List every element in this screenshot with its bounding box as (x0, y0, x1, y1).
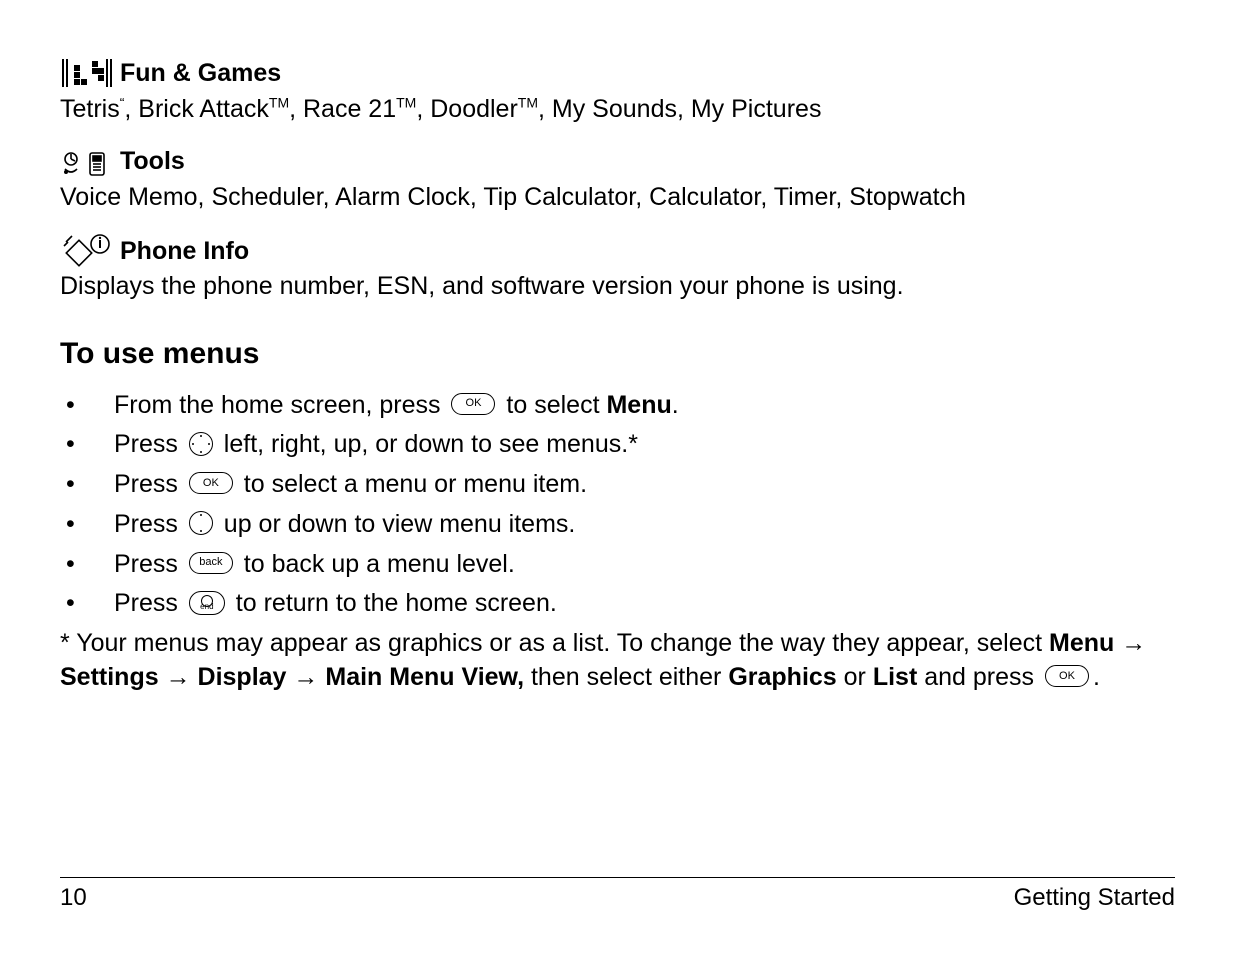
bold-term: Menu (606, 391, 671, 419)
menu-path-item: Menu (1049, 629, 1114, 657)
section-title: Tools (120, 145, 185, 179)
section-phone-info: Phone Info Displays the phone number, ES… (60, 232, 1175, 304)
item-text: , Race 21 (289, 95, 396, 123)
item-text: Tetris (60, 95, 120, 123)
page-footer: 10 Getting Started (60, 877, 1175, 914)
trademark: TM (518, 95, 538, 111)
instruction-item: •From the home screen, press OK to selec… (60, 389, 1175, 423)
arrow-icon: → (286, 663, 325, 691)
bullet-dot: • (60, 428, 114, 462)
menu-path-item: Settings (60, 663, 159, 691)
note-text: or (837, 663, 873, 691)
nav-button-icon (189, 432, 213, 456)
instruction-text: Press back to back up a menu level. (114, 548, 1175, 582)
note-text: * Your menus may appear as graphics or a… (60, 629, 1049, 657)
section-header: Fun & Games (60, 55, 1175, 91)
item-text: , Brick Attack (124, 95, 268, 123)
instruction-item: •Press to return to the home screen. (60, 587, 1175, 621)
bullet-dot: • (60, 508, 114, 542)
note-text: . (1093, 663, 1100, 691)
menu-path-item: Display (198, 663, 287, 691)
ok-button-icon: OK (1045, 665, 1089, 687)
option: Graphics (728, 663, 836, 691)
nav-button-icon (189, 511, 213, 535)
instruction-text: Press left, right, up, or down to see me… (114, 428, 1175, 462)
instruction-text: Press up or down to view menu items. (114, 508, 1175, 542)
section-tools: Tools Voice Memo, Scheduler, Alarm Clock… (60, 145, 1175, 215)
instruction-list: •From the home screen, press OK to selec… (60, 389, 1175, 622)
section-body: Tetris“, Brick AttackTM, Race 21TM, Dood… (60, 93, 1175, 127)
section-body: Voice Memo, Scheduler, Alarm Clock, Tip … (60, 181, 1175, 215)
section-fun-games: Fun & Games Tetris“, Brick AttackTM, Rac… (60, 55, 1175, 127)
section-title: Phone Info (120, 235, 249, 269)
section-body: Displays the phone number, ESN, and soft… (60, 270, 1175, 304)
chapter-title: Getting Started (1014, 882, 1175, 914)
bullet-dot: • (60, 468, 114, 502)
menu-path-item: Main Menu View, (325, 663, 524, 691)
end-button-icon (189, 591, 225, 615)
trademark: TM (396, 95, 416, 111)
arrow-icon: → (159, 663, 198, 691)
note-text: then select either (524, 663, 728, 691)
instruction-text: From the home screen, press OK to select… (114, 389, 1175, 423)
footer-rule (60, 877, 1175, 878)
tools-icon (60, 149, 120, 179)
ok-button-icon: OK (451, 393, 495, 415)
phone-info-icon (60, 232, 120, 268)
option: List (873, 663, 917, 691)
arrow-icon: → (1114, 629, 1146, 657)
section-header: Phone Info (60, 232, 1175, 268)
instruction-item: •Press OK to select a menu or menu item. (60, 468, 1175, 502)
note-text: and press (917, 663, 1041, 691)
instruction-text: Press to return to the home screen. (114, 587, 1175, 621)
item-text: , Doodler (416, 95, 517, 123)
footnote: * Your menus may appear as graphics or a… (60, 627, 1175, 695)
manual-page: Fun & Games Tetris“, Brick AttackTM, Rac… (0, 0, 1235, 954)
trademark: TM (269, 95, 289, 111)
bullet-dot: • (60, 548, 114, 582)
subsection-heading: To use menus (60, 334, 1175, 375)
page-number: 10 (60, 882, 87, 914)
instruction-text: Press OK to select a menu or menu item. (114, 468, 1175, 502)
instruction-item: •Press left, right, up, or down to see m… (60, 428, 1175, 462)
bullet-dot: • (60, 389, 114, 423)
fun-games-icon (60, 55, 120, 91)
section-header: Tools (60, 145, 1175, 179)
back-button-icon: back (189, 552, 233, 574)
item-text: , My Sounds, My Pictures (538, 95, 821, 123)
section-title: Fun & Games (120, 57, 281, 91)
bullet-dot: • (60, 587, 114, 621)
instruction-item: •Press up or down to view menu items. (60, 508, 1175, 542)
ok-button-icon: OK (189, 472, 233, 494)
instruction-item: •Press back to back up a menu level. (60, 548, 1175, 582)
